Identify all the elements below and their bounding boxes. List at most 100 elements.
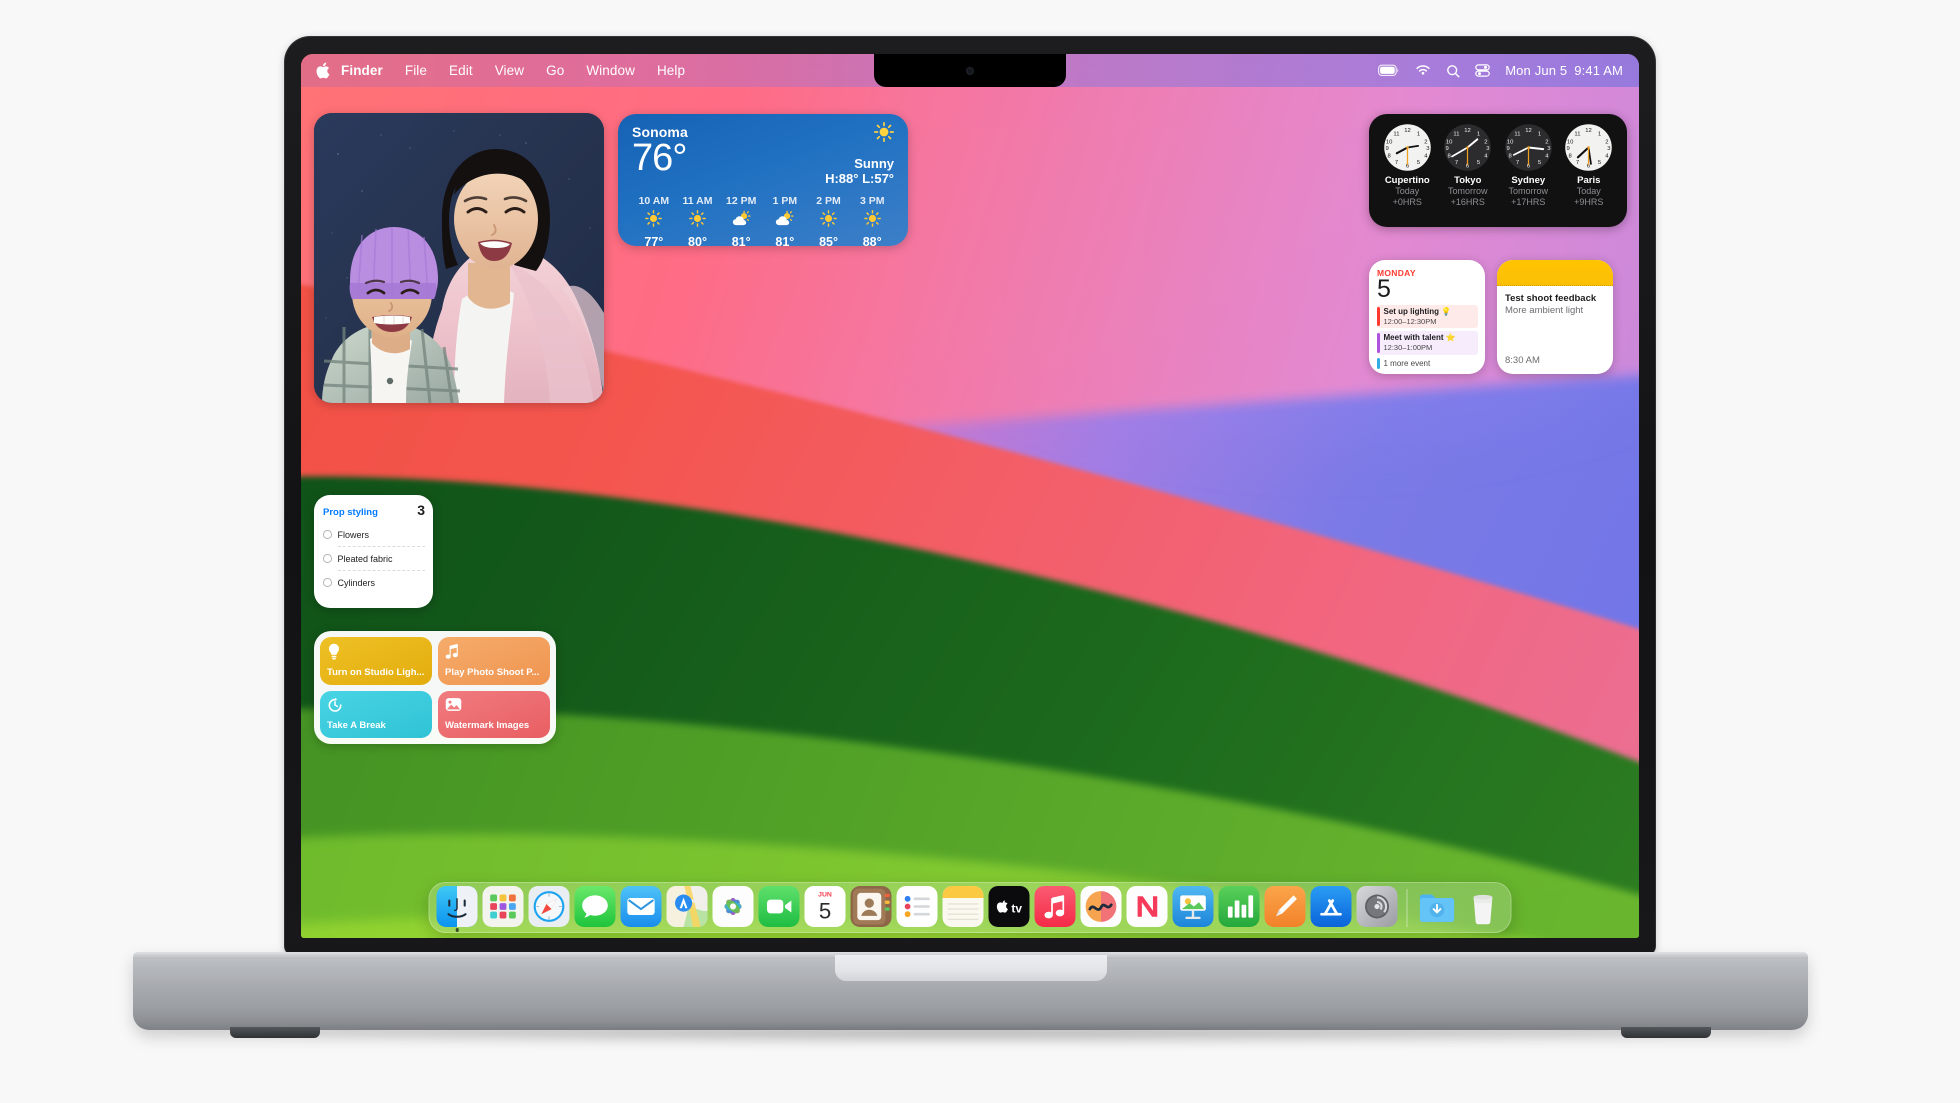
dock-item-messages[interactable] xyxy=(574,886,616,927)
dock-item-launchpad[interactable] xyxy=(482,886,524,927)
clock-face: 1212 345 678 91011 xyxy=(1383,124,1431,171)
shortcut-play-photo-shoot-playlist[interactable]: Play Photo Shoot P... xyxy=(438,637,550,685)
world-clock-widget[interactable]: 12 1 2 345 678 9 10 11 Cupertino Today +0HRS xyxy=(1369,114,1627,227)
menu-item-go[interactable]: Go xyxy=(535,61,575,80)
dock-item-photos[interactable] xyxy=(712,886,754,927)
reminder-item[interactable]: Flowers xyxy=(323,523,425,546)
menu-item-help[interactable]: Help xyxy=(646,61,696,80)
dock-item-downloads[interactable] xyxy=(1417,886,1458,927)
menu-item-edit[interactable]: Edit xyxy=(438,61,484,80)
dock-item-contacts[interactable] xyxy=(850,886,892,927)
dock-item-reminders[interactable] xyxy=(896,886,938,927)
sun-cloud-icon xyxy=(732,210,751,232)
wifi-icon[interactable] xyxy=(1415,64,1431,77)
weather-left: Sonoma 76° xyxy=(632,124,688,177)
checkbox-circle-icon[interactable] xyxy=(323,554,332,563)
calendar-more-events[interactable]: 1 more event xyxy=(1377,357,1478,369)
menu-item-view[interactable]: View xyxy=(484,61,535,80)
menu-item-window[interactable]: Window xyxy=(575,61,646,80)
clock-offset: +17HRS xyxy=(1511,197,1546,208)
event-time: 12:00–12:30PM xyxy=(1383,317,1437,326)
photo-image xyxy=(314,113,604,403)
sun-icon xyxy=(645,210,663,232)
event-color-bar xyxy=(1377,333,1380,353)
dock-item-maps[interactable] xyxy=(666,886,708,927)
search-icon[interactable] xyxy=(1446,64,1460,78)
control-center-icon[interactable] xyxy=(1475,64,1490,77)
appletv-icon: tv xyxy=(988,886,1030,927)
dock-item-freeform[interactable] xyxy=(1080,886,1122,927)
dock-item-pages[interactable] xyxy=(1264,886,1306,927)
shortcut-watermark-images[interactable]: Watermark Images xyxy=(438,690,550,738)
checkbox-circle-icon[interactable] xyxy=(323,578,332,587)
battery-icon[interactable] xyxy=(1378,64,1400,77)
reminders-widget[interactable]: Prop styling 3 Flowers Pleated fabric Cy… xyxy=(314,495,433,608)
running-indicator-dot xyxy=(455,928,459,932)
menubar-clock[interactable]: Mon Jun 5 9:41 AM xyxy=(1505,63,1623,78)
hour-time: 3 PM xyxy=(859,195,885,207)
clock-paris[interactable]: 12 1 2 345 678 9 10 11 Paris Today +9HRS xyxy=(1560,123,1618,220)
svg-text:3: 3 xyxy=(1547,146,1550,152)
calendar-widget[interactable]: MONDAY 5 Set up lighting 💡 12:00–12:30PM… xyxy=(1369,260,1485,374)
keynote-icon xyxy=(1172,886,1214,927)
shortcut-label: Play Photo Shoot P... xyxy=(445,667,540,678)
clock-tokyo[interactable]: 12 1 2 345 678 9 10 11 Tokyo Tomorrow +16HRS xyxy=(1439,123,1497,220)
note-timestamp: 8:30 AM xyxy=(1505,355,1540,366)
dock-item-notes[interactable] xyxy=(942,886,984,927)
checkbox-circle-icon[interactable] xyxy=(323,530,332,539)
maps-icon xyxy=(666,886,708,927)
calendar-event[interactable]: Set up lighting 💡 12:00–12:30PM xyxy=(1377,305,1478,329)
calendar-icon: JUN 5 xyxy=(804,886,846,927)
hour-temp: 77° xyxy=(644,235,664,246)
dock-item-facetime[interactable] xyxy=(758,886,800,927)
event-time: 12:30–1:00PM xyxy=(1383,343,1433,353)
dock-item-music[interactable] xyxy=(1034,886,1076,927)
menu-item-file[interactable]: File xyxy=(394,61,438,80)
dock-item-news[interactable] xyxy=(1126,886,1168,927)
shortcut-take-a-break[interactable]: Take A Break xyxy=(320,690,432,738)
reminder-item[interactable]: Cylinders xyxy=(323,571,425,594)
music-icon xyxy=(1034,886,1076,927)
reminder-item[interactable]: Pleated fabric xyxy=(323,547,425,570)
clock-sydney[interactable]: 12 1 2 345 678 9 10 11 Sydney Tomorrow +17HR… xyxy=(1499,123,1557,220)
clock-cupertino[interactable]: 12 1 2 345 678 9 10 11 Cupertino Today +0HRS xyxy=(1378,123,1436,220)
menu-item-finder[interactable]: Finder xyxy=(333,61,394,80)
shortcuts-widget[interactable]: Turn on Studio Ligh... Play Photo Shoot … xyxy=(314,631,556,744)
reminder-label: Pleated fabric xyxy=(337,553,393,564)
svg-text:9: 9 xyxy=(1385,146,1388,152)
notes-widget[interactable]: Test shoot feedback More ambient light 8… xyxy=(1497,260,1613,374)
macbook-screen: Finder File Edit View Go Window Help Mon… xyxy=(301,54,1639,938)
shortcut-label: Turn on Studio Ligh... xyxy=(327,667,425,678)
clock-day: Today xyxy=(1576,186,1601,196)
dock-item-trash[interactable] xyxy=(1463,886,1504,927)
dock-item-numbers[interactable] xyxy=(1218,886,1260,927)
shortcut-turn-on-studio-lights[interactable]: Turn on Studio Ligh... xyxy=(320,637,432,685)
calendar-event[interactable]: Meet with talent ⭐ 12:30–1:00PM xyxy=(1377,331,1478,355)
dock-item-system-settings[interactable] xyxy=(1356,886,1398,927)
svg-text:10: 10 xyxy=(1446,139,1453,145)
clock-offset: +0HRS xyxy=(1392,197,1422,208)
svg-text:8: 8 xyxy=(1448,153,1451,159)
clock-city: Cupertino xyxy=(1384,175,1430,186)
dock-item-calendar[interactable]: JUN 5 xyxy=(804,886,846,927)
svg-text:2: 2 xyxy=(1605,139,1608,145)
appstore-icon xyxy=(1310,886,1352,927)
pages-icon xyxy=(1264,886,1306,927)
clock-city: Sydney xyxy=(1511,175,1546,186)
weather-hour: 3 PM 88° xyxy=(850,195,894,246)
dock-item-safari[interactable] xyxy=(528,886,570,927)
weather-widget[interactable]: Sonoma 76° Sunny H:88° L:57° 10 AM 77° 1… xyxy=(618,114,908,246)
photos-widget[interactable] xyxy=(314,113,604,403)
weather-hour: 11 AM 80° xyxy=(676,195,720,246)
dock-item-finder[interactable] xyxy=(436,886,478,932)
dock-item-keynote[interactable] xyxy=(1172,886,1214,927)
svg-text:7: 7 xyxy=(1516,160,1519,166)
dock-item-appstore[interactable] xyxy=(1310,886,1352,927)
apple-logo-icon[interactable] xyxy=(315,61,331,80)
dock-item-appletv[interactable]: tv xyxy=(988,886,1030,927)
base-thumb-notch xyxy=(834,955,1107,981)
svg-text:11: 11 xyxy=(1393,132,1399,138)
dock-item-mail[interactable] xyxy=(620,886,662,927)
timer-icon xyxy=(327,697,344,714)
note-title: Test shoot feedback xyxy=(1505,293,1597,304)
